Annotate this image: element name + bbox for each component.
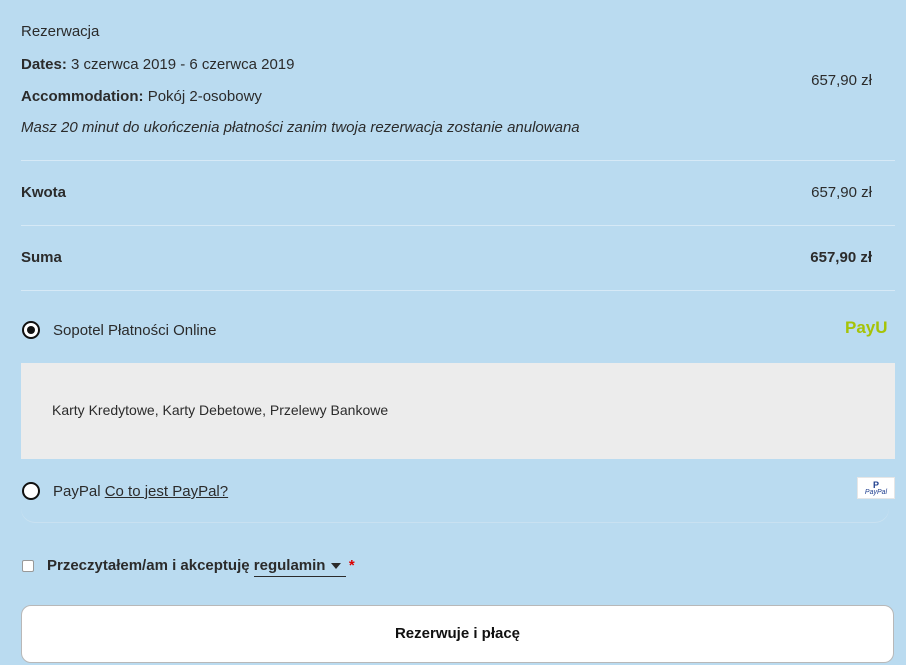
payu-radio[interactable] — [22, 321, 40, 339]
paypal-logo-icon: P PayPal — [857, 477, 895, 499]
paypal-option: PayPal Co to jest PayPal? — [53, 483, 228, 500]
sum-label: Suma — [21, 249, 62, 266]
divider — [21, 290, 895, 291]
required-mark: * — [348, 557, 355, 574]
dates-label: Dates: — [21, 56, 67, 73]
reservation-price: 657,90 zł — [811, 72, 872, 89]
payment-timer-note: Masz 20 minut do ukończenia płatności za… — [21, 119, 580, 136]
reservation-heading: Rezerwacja — [21, 23, 100, 40]
terms-checkbox[interactable] — [22, 560, 34, 572]
reservation-dates: Dates: 3 czerwca 2019 - 6 czerwca 2019 — [21, 56, 294, 73]
terms-link[interactable]: regulamin — [253, 557, 346, 577]
payu-description: Karty Kredytowe, Karty Debetowe, Przelew… — [52, 402, 389, 418]
payu-option-label[interactable]: Sopotel Płatności Online — [53, 322, 216, 339]
amount-label: Kwota — [21, 184, 66, 201]
paypal-info-link[interactable]: Co to jest PayPal? — [105, 483, 228, 500]
payu-logo-icon: PayU — [845, 318, 888, 337]
paypal-radio[interactable] — [22, 482, 40, 500]
terms-text: Przeczytałem/am i akceptuję — [47, 557, 250, 574]
reservation-accommodation: Accommodation: Pokój 2-osobowy — [21, 88, 262, 105]
divider — [21, 160, 895, 161]
amount-value: 657,90 zł — [811, 184, 872, 201]
chevron-down-icon — [330, 563, 341, 570]
accommodation-value: Pokój 2-osobowy — [147, 88, 262, 105]
submit-button[interactable]: Rezerwuje i płacę — [21, 605, 894, 663]
terms-row: Przeczytałem/am i akceptuję regulamin * — [47, 557, 355, 577]
paypal-option-label[interactable]: PayPal — [53, 483, 101, 500]
payu-description-box: Karty Kredytowe, Karty Debetowe, Przelew… — [21, 363, 895, 459]
dates-value: 3 czerwca 2019 - 6 czerwca 2019 — [71, 56, 295, 73]
divider — [21, 225, 895, 226]
sum-value: 657,90 zł — [810, 249, 872, 266]
accommodation-label: Accommodation: — [21, 88, 144, 105]
